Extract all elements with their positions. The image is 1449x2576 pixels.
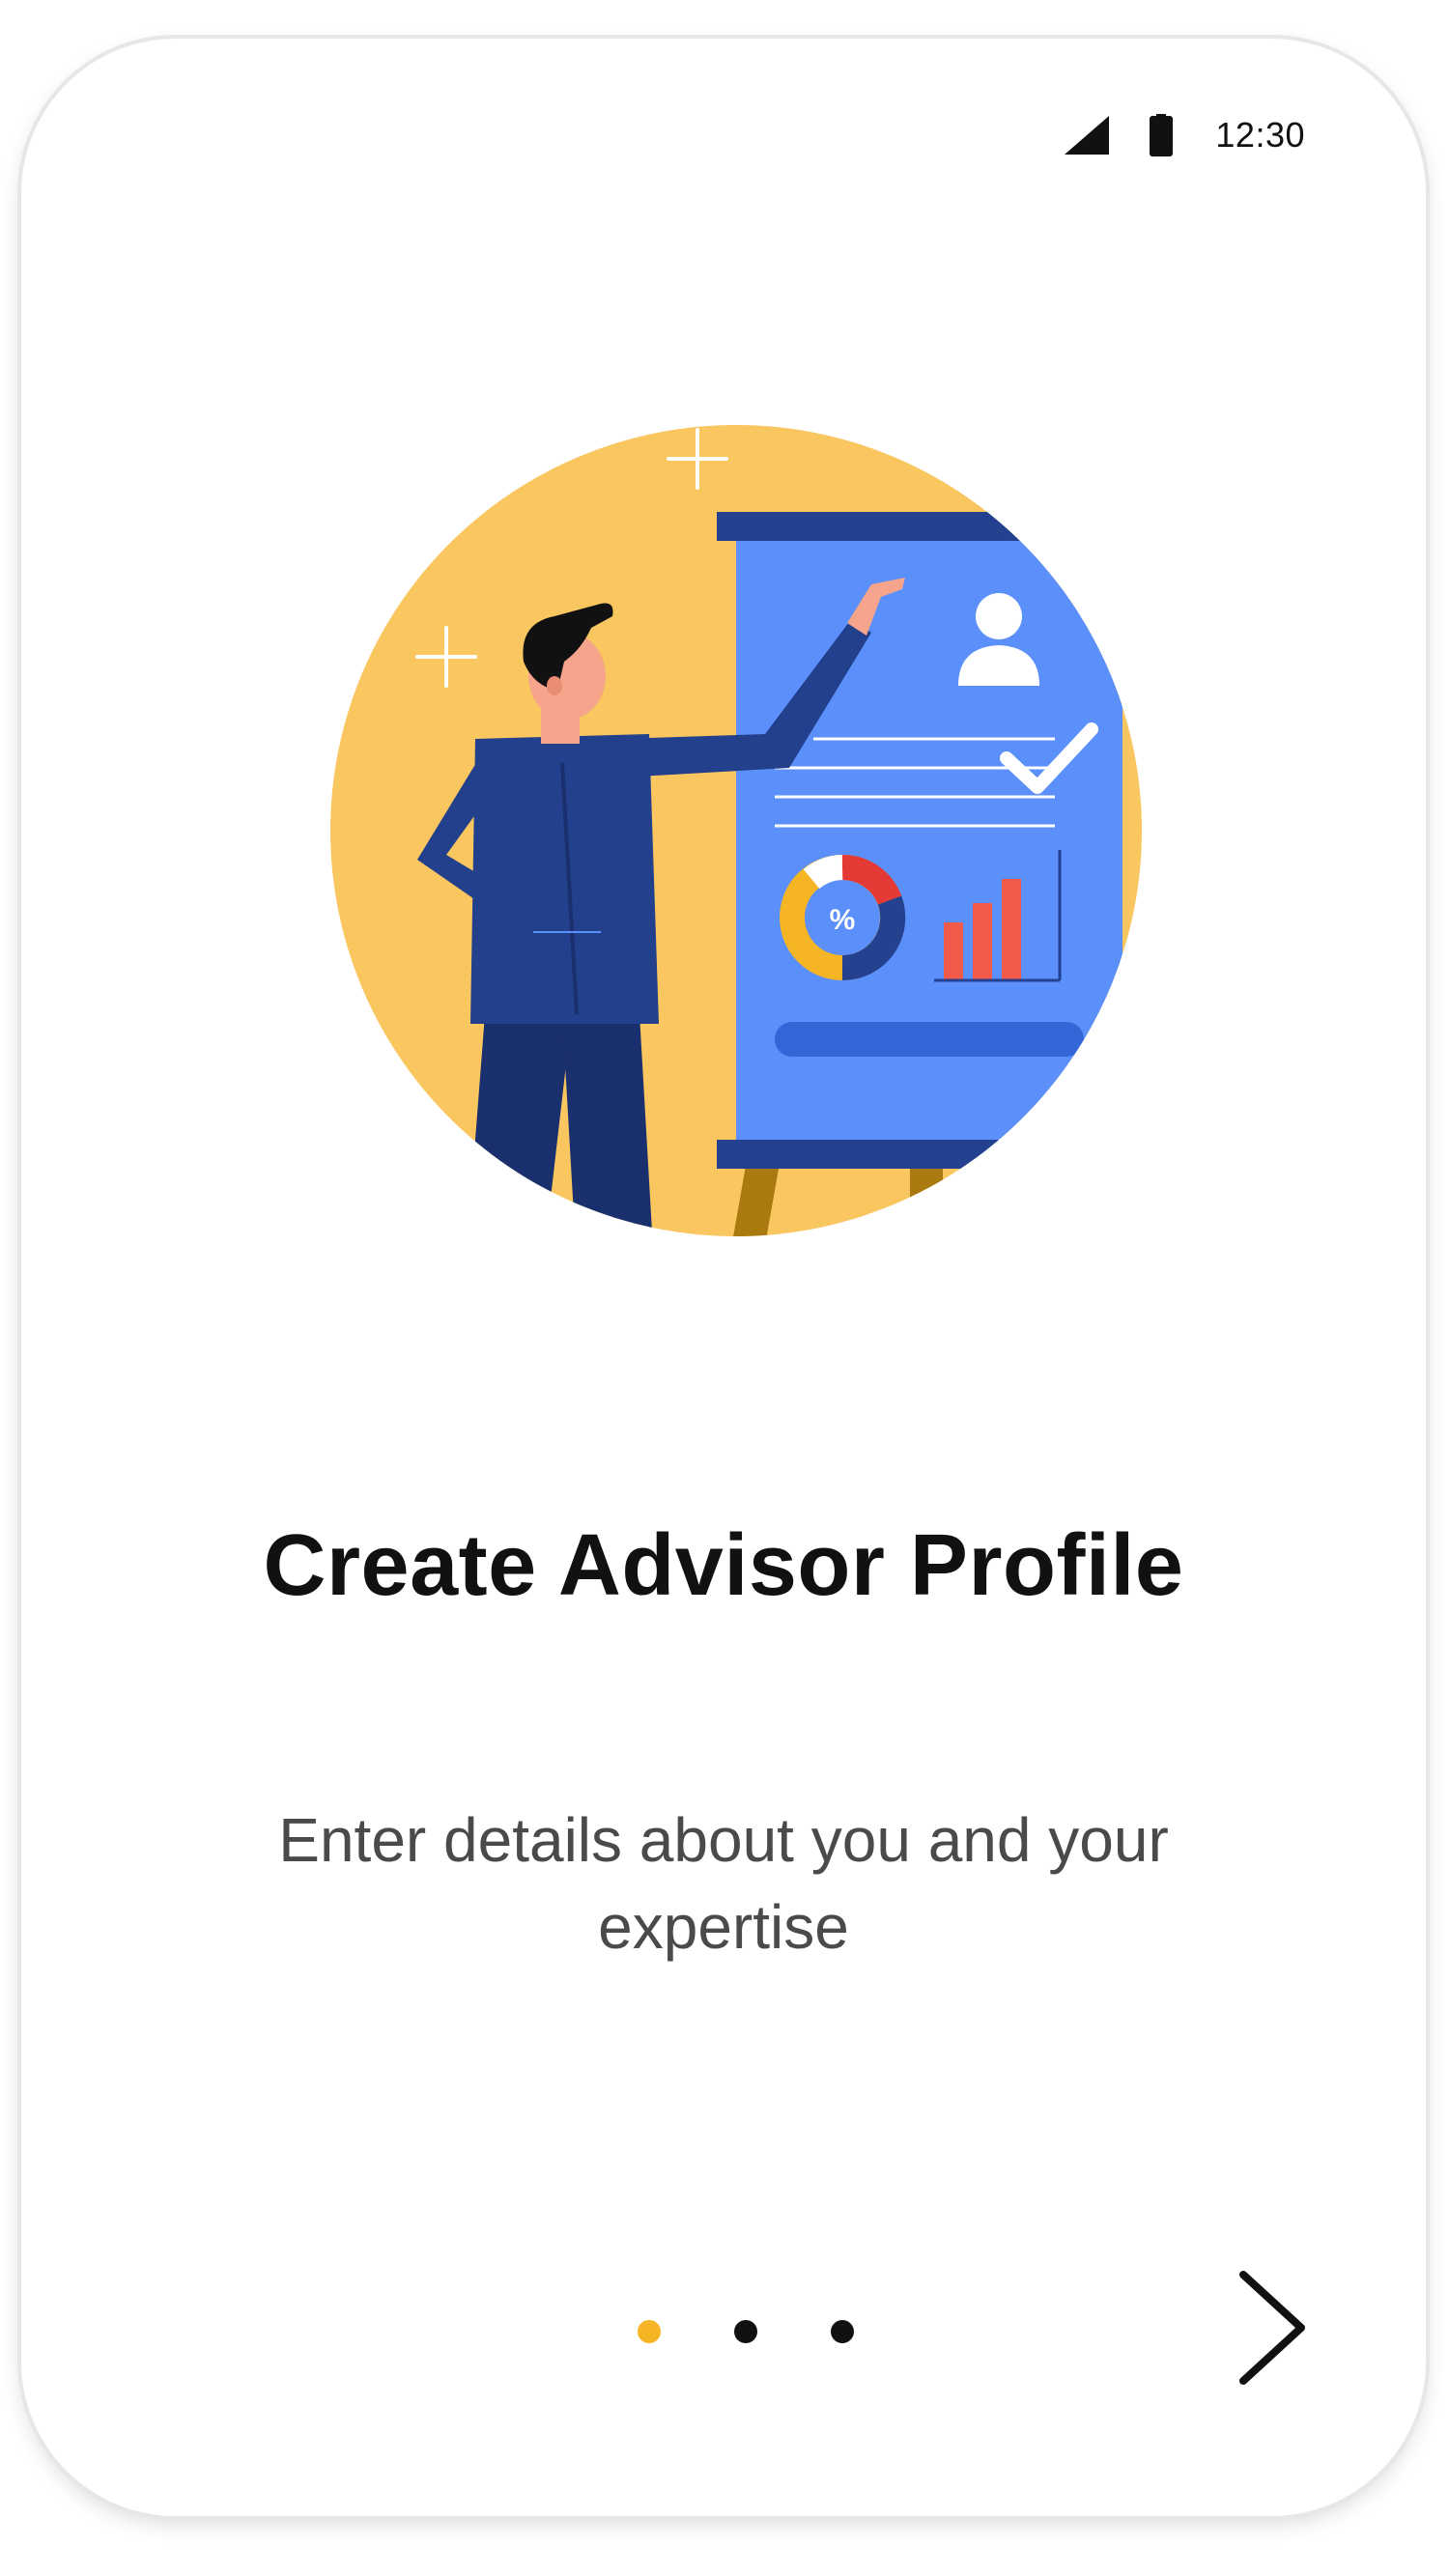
chevron-right-icon: [1239, 2271, 1305, 2385]
svg-text:%: %: [830, 904, 856, 936]
next-button[interactable]: [1229, 2265, 1316, 2391]
signal-icon: [1065, 116, 1110, 155]
battery-icon: [1150, 114, 1174, 156]
page-dot-3[interactable]: [831, 2320, 854, 2343]
page-dot-1-active[interactable]: [638, 2320, 661, 2343]
status-bar: 12:30: [1065, 106, 1305, 164]
page-indicator: [638, 2320, 854, 2343]
presentation-board: [736, 541, 1122, 1159]
advisor-illustration: %: [301, 396, 1171, 1265]
phone-frame: 12:30 % Create Advisor Profile Enter det…: [21, 39, 1426, 2516]
advisor-presenting-board-illustration: %: [330, 425, 1142, 1236]
page-subtitle: Enter details about you and your experti…: [278, 1805, 1169, 1962]
page-dot-2[interactable]: [734, 2320, 757, 2343]
status-time: 12:30: [1215, 115, 1305, 155]
page-title: Create Advisor Profile: [263, 1517, 1184, 1614]
